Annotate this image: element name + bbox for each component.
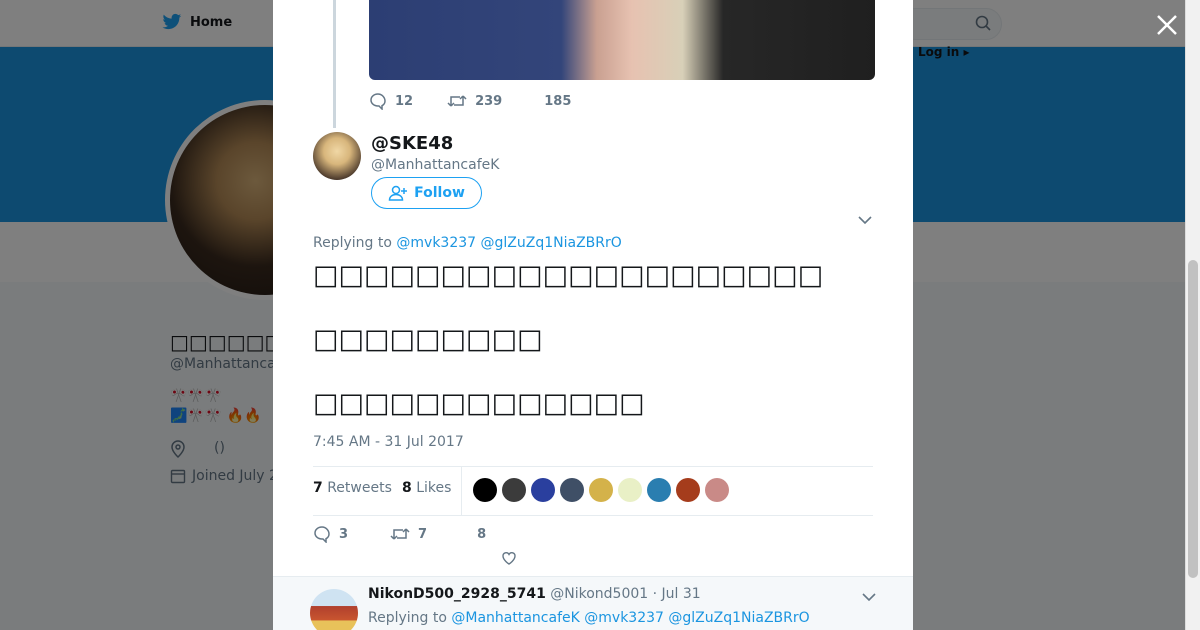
thread-connector <box>333 0 336 128</box>
tweet-stats: 7 Retweets 8 Likes <box>313 466 873 516</box>
like-button[interactable] <box>501 550 517 570</box>
previous-tweet-image[interactable] <box>369 0 875 80</box>
mention-link[interactable]: @mvk3237 <box>584 610 664 626</box>
mention-link[interactable]: @glZuZq1NiaZBRrO <box>668 610 809 626</box>
tweet-author-name[interactable]: @SKE48 <box>371 133 453 154</box>
retweet-action[interactable]: 239 <box>447 92 502 110</box>
chevron-down-icon <box>858 216 872 225</box>
previous-tweet-actions: 12 239 185 <box>369 92 605 110</box>
retweets-stat-count: 7 <box>313 480 323 496</box>
liker-avatar[interactable] <box>531 478 555 502</box>
liker-avatar[interactable] <box>647 478 671 502</box>
stats-divider <box>461 467 462 515</box>
retweet-count: 7 <box>418 526 428 542</box>
tweet-text-line: □□□□□□□□□□□□□ <box>313 388 645 419</box>
liker-avatar[interactable] <box>705 478 729 502</box>
like-action[interactable]: 8 <box>477 525 486 543</box>
likes-stat-label: Likes <box>416 480 452 496</box>
page-scrollbar[interactable] <box>1185 0 1200 630</box>
liker-avatar[interactable] <box>502 478 526 502</box>
mention-link[interactable]: @ManhattancafeK <box>451 610 579 626</box>
liker-avatar[interactable] <box>560 478 584 502</box>
reply-author-name[interactable]: NikonD500_2928_5741 <box>368 586 546 602</box>
close-button[interactable] <box>1154 12 1180 38</box>
liker-avatar[interactable] <box>589 478 613 502</box>
reply-date[interactable]: · Jul 31 <box>653 586 701 602</box>
likes-stat[interactable]: 8 Likes <box>402 480 451 496</box>
chevron-down-icon <box>862 593 876 602</box>
reply-header: NikonD500_2928_5741 @Nikond5001 · Jul 31 <box>368 586 701 602</box>
follow-button[interactable]: Follow <box>371 177 482 209</box>
like-count: 185 <box>544 93 572 109</box>
retweets-stat-label: Retweets <box>327 480 392 496</box>
scrollbar-thumb[interactable] <box>1188 260 1198 578</box>
heart-icon <box>502 552 516 565</box>
liker-avatar[interactable] <box>473 478 497 502</box>
retweet-action[interactable]: 7 <box>390 525 427 543</box>
liker-avatar[interactable] <box>676 478 700 502</box>
reply-author-avatar[interactable] <box>310 589 358 630</box>
like-action[interactable]: 185 <box>544 92 571 110</box>
retweet-icon <box>447 95 467 107</box>
tweet-actions: 3 7 8 <box>313 525 528 543</box>
reply-count: 3 <box>339 526 349 542</box>
reply-icon <box>314 526 330 543</box>
liker-avatar[interactable] <box>618 478 642 502</box>
reply-options-button[interactable] <box>861 589 877 609</box>
replying-prefix: Replying to <box>368 610 447 626</box>
tweet-options-button[interactable] <box>857 212 873 232</box>
retweet-icon <box>390 528 410 540</box>
tweet-author-handle[interactable]: @ManhattancafeK <box>371 157 499 173</box>
follow-user-icon <box>388 185 408 201</box>
reply-action[interactable]: 12 <box>369 92 413 110</box>
tweet-text: □□□□□□□□□□□□□□□□□□□□ □□□□□□□□□ □□□□□□□□□… <box>313 260 873 452</box>
tweet-modal: 12 239 185 @SKE48 @ManhattancafeK Follow… <box>273 0 913 630</box>
reply-count: 12 <box>395 93 414 109</box>
likes-stat-count: 8 <box>402 480 412 496</box>
replying-prefix: Replying to <box>313 235 392 251</box>
tweet-text-line: □□□□□□□□□□□□□□□□□□□□ <box>313 260 824 291</box>
like-count: 8 <box>477 526 487 542</box>
mention-link[interactable]: @mvk3237 <box>396 235 476 251</box>
reply-tweet[interactable]: NikonD500_2928_5741 @Nikond5001 · Jul 31… <box>273 576 913 630</box>
tweet-timestamp[interactable]: 7:45 AM - 31 Jul 2017 <box>313 434 464 450</box>
retweet-count: 239 <box>475 93 503 109</box>
retweets-stat[interactable]: 7 Retweets <box>313 480 392 496</box>
replying-to: Replying to @mvk3237 @glZuZq1NiaZBRrO <box>313 235 622 251</box>
tweet-author-avatar[interactable] <box>313 132 361 180</box>
likers-avatars <box>473 478 729 502</box>
reply-author-handle[interactable]: @Nikond5001 <box>550 586 648 602</box>
close-icon <box>1157 15 1177 35</box>
tweet-text-line: □□□□□□□□□ <box>313 324 543 355</box>
reply-action[interactable]: 3 <box>313 525 348 543</box>
reply-icon <box>370 93 386 110</box>
reply-replying-to: Replying to @ManhattancafeK @mvk3237 @gl… <box>368 610 810 626</box>
follow-label: Follow <box>414 185 465 201</box>
mention-link[interactable]: @glZuZq1NiaZBRrO <box>481 235 622 251</box>
